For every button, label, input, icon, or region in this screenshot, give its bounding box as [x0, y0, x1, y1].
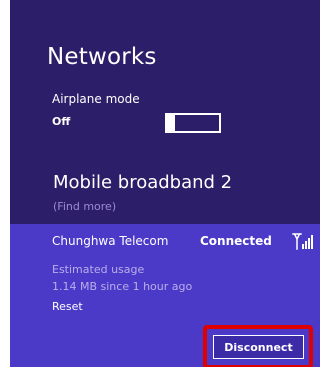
page-title: Networks	[47, 44, 157, 70]
toggle-thumb[interactable]	[167, 113, 175, 133]
disconnect-button[interactable]: Disconnect	[213, 335, 304, 359]
estimated-usage-label: Estimated usage	[52, 263, 145, 276]
find-more-link[interactable]: (Find more)	[53, 200, 116, 213]
mobile-broadband-title: Mobile broadband 2	[53, 172, 233, 193]
networks-panel: Networks Airplane mode Off Mobile broadb…	[10, 0, 320, 367]
connection-status: Connected	[200, 234, 272, 248]
estimated-usage-value: 1.14 MB since 1 hour ago	[52, 280, 193, 293]
reset-link[interactable]: Reset	[52, 300, 83, 313]
airplane-mode-label: Airplane mode	[52, 92, 140, 106]
airplane-mode-toggle[interactable]	[165, 113, 221, 133]
airplane-mode-state: Off	[52, 115, 71, 128]
mobile-signal-icon	[292, 233, 313, 250]
carrier-name: Chunghwa Telecom	[52, 234, 169, 248]
